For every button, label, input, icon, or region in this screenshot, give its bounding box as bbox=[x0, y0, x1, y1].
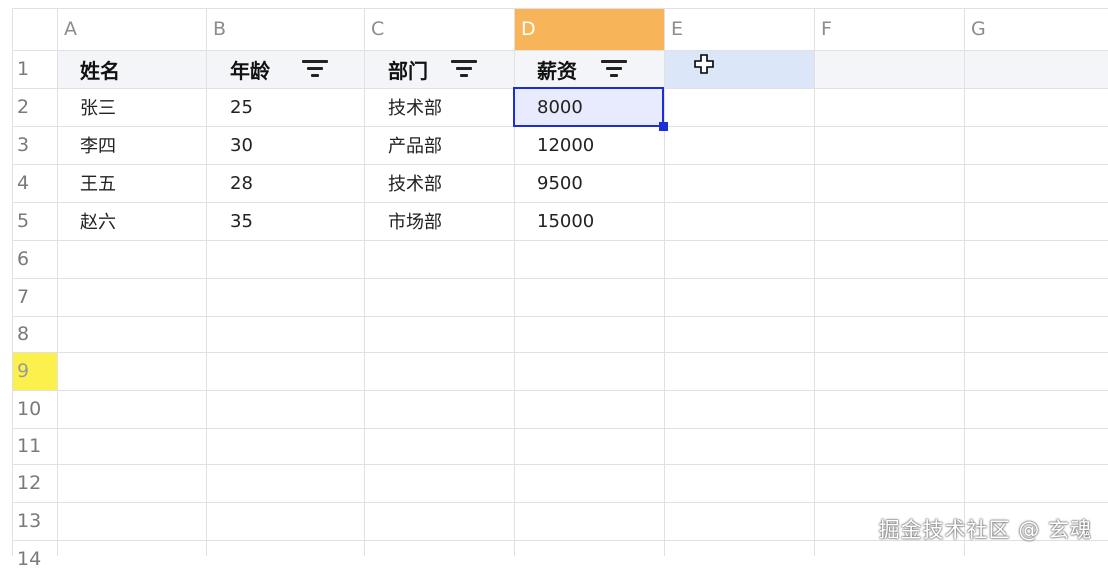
grid-line bbox=[12, 428, 1108, 429]
cell-c3[interactable]: 产品部 bbox=[388, 126, 442, 164]
grid-line bbox=[12, 464, 1108, 465]
row-header-13[interactable]: 13 bbox=[12, 502, 57, 540]
grid-line bbox=[206, 8, 207, 556]
grid-line bbox=[12, 352, 1108, 353]
cell-c1[interactable]: 部门 bbox=[388, 50, 428, 88]
column-header-e[interactable]: E bbox=[664, 8, 814, 50]
row-header-5[interactable]: 5 bbox=[12, 202, 57, 240]
row-header-6[interactable]: 6 bbox=[12, 240, 57, 278]
column-header-g[interactable]: G bbox=[964, 8, 1108, 50]
cell-b3[interactable]: 30 bbox=[230, 126, 253, 164]
cell-a3[interactable]: 李四 bbox=[80, 126, 116, 164]
grid-line bbox=[814, 8, 815, 556]
grid-line bbox=[664, 8, 665, 556]
grid-line bbox=[364, 8, 365, 556]
row-header-10[interactable]: 10 bbox=[12, 390, 57, 428]
cell-c4[interactable]: 技术部 bbox=[388, 164, 442, 202]
cell-d5[interactable]: 15000 bbox=[537, 202, 594, 240]
row-header-8[interactable]: 8 bbox=[12, 316, 57, 352]
row-header-1[interactable]: 1 bbox=[12, 50, 57, 88]
filter-icon[interactable] bbox=[600, 58, 630, 80]
cell-d4[interactable]: 9500 bbox=[537, 164, 583, 202]
row-header-7[interactable]: 7 bbox=[12, 278, 57, 316]
row-header-2[interactable]: 2 bbox=[12, 88, 57, 126]
row-header-9[interactable]: 9 bbox=[12, 352, 57, 390]
cell-d3[interactable]: 12000 bbox=[537, 126, 594, 164]
cell-b2[interactable]: 25 bbox=[230, 88, 253, 126]
row-header-11[interactable]: 11 bbox=[12, 428, 57, 464]
filter-icon[interactable] bbox=[301, 58, 331, 80]
grid-line bbox=[57, 8, 58, 556]
row-header-12[interactable]: 12 bbox=[12, 464, 57, 502]
grid-line bbox=[12, 502, 1108, 503]
cell-a2[interactable]: 张三 bbox=[80, 88, 116, 126]
move-cursor-icon bbox=[693, 53, 715, 75]
cell-e1-highlight[interactable] bbox=[664, 51, 814, 88]
column-header-c[interactable]: C bbox=[364, 8, 513, 50]
cell-d1[interactable]: 薪资 bbox=[537, 50, 577, 88]
cell-b1[interactable]: 年龄 bbox=[230, 50, 270, 88]
selected-cell-d2[interactable] bbox=[513, 87, 664, 127]
column-header-b[interactable]: B bbox=[206, 8, 364, 50]
cell-d2[interactable]: 8000 bbox=[537, 88, 583, 126]
grid-line bbox=[12, 316, 1108, 317]
column-header-a[interactable]: A bbox=[57, 8, 206, 50]
grid-line bbox=[12, 240, 1108, 241]
cell-a1[interactable]: 姓名 bbox=[80, 50, 120, 88]
grid-line bbox=[12, 8, 13, 556]
cell-c5[interactable]: 市场部 bbox=[388, 202, 442, 240]
cell-a4[interactable]: 王五 bbox=[80, 164, 116, 202]
spreadsheet-grid[interactable]: A B C D E F G 1 2 3 4 5 6 7 8 9 10 11 12… bbox=[0, 0, 1108, 570]
cell-b5[interactable]: 35 bbox=[230, 202, 253, 240]
filter-icon[interactable] bbox=[450, 58, 480, 80]
column-header-f[interactable]: F bbox=[814, 8, 964, 50]
header-row-band bbox=[57, 50, 1108, 88]
fill-handle[interactable] bbox=[659, 122, 668, 131]
grid-line bbox=[12, 278, 1108, 279]
watermark: 掘金技术社区 @ 玄魂 bbox=[878, 518, 1092, 542]
cell-a5[interactable]: 赵六 bbox=[80, 202, 116, 240]
toolbar-strip bbox=[0, 0, 1108, 8]
row-header-4[interactable]: 4 bbox=[12, 164, 57, 202]
row-header-14[interactable]: 14 bbox=[12, 540, 57, 578]
row-header-3[interactable]: 3 bbox=[12, 126, 57, 164]
column-header-d[interactable]: D bbox=[514, 8, 664, 50]
cell-c2[interactable]: 技术部 bbox=[388, 88, 442, 126]
grid-line bbox=[12, 390, 1108, 391]
grid-line bbox=[12, 8, 1108, 9]
grid-line bbox=[964, 8, 965, 556]
cell-b4[interactable]: 28 bbox=[230, 164, 253, 202]
